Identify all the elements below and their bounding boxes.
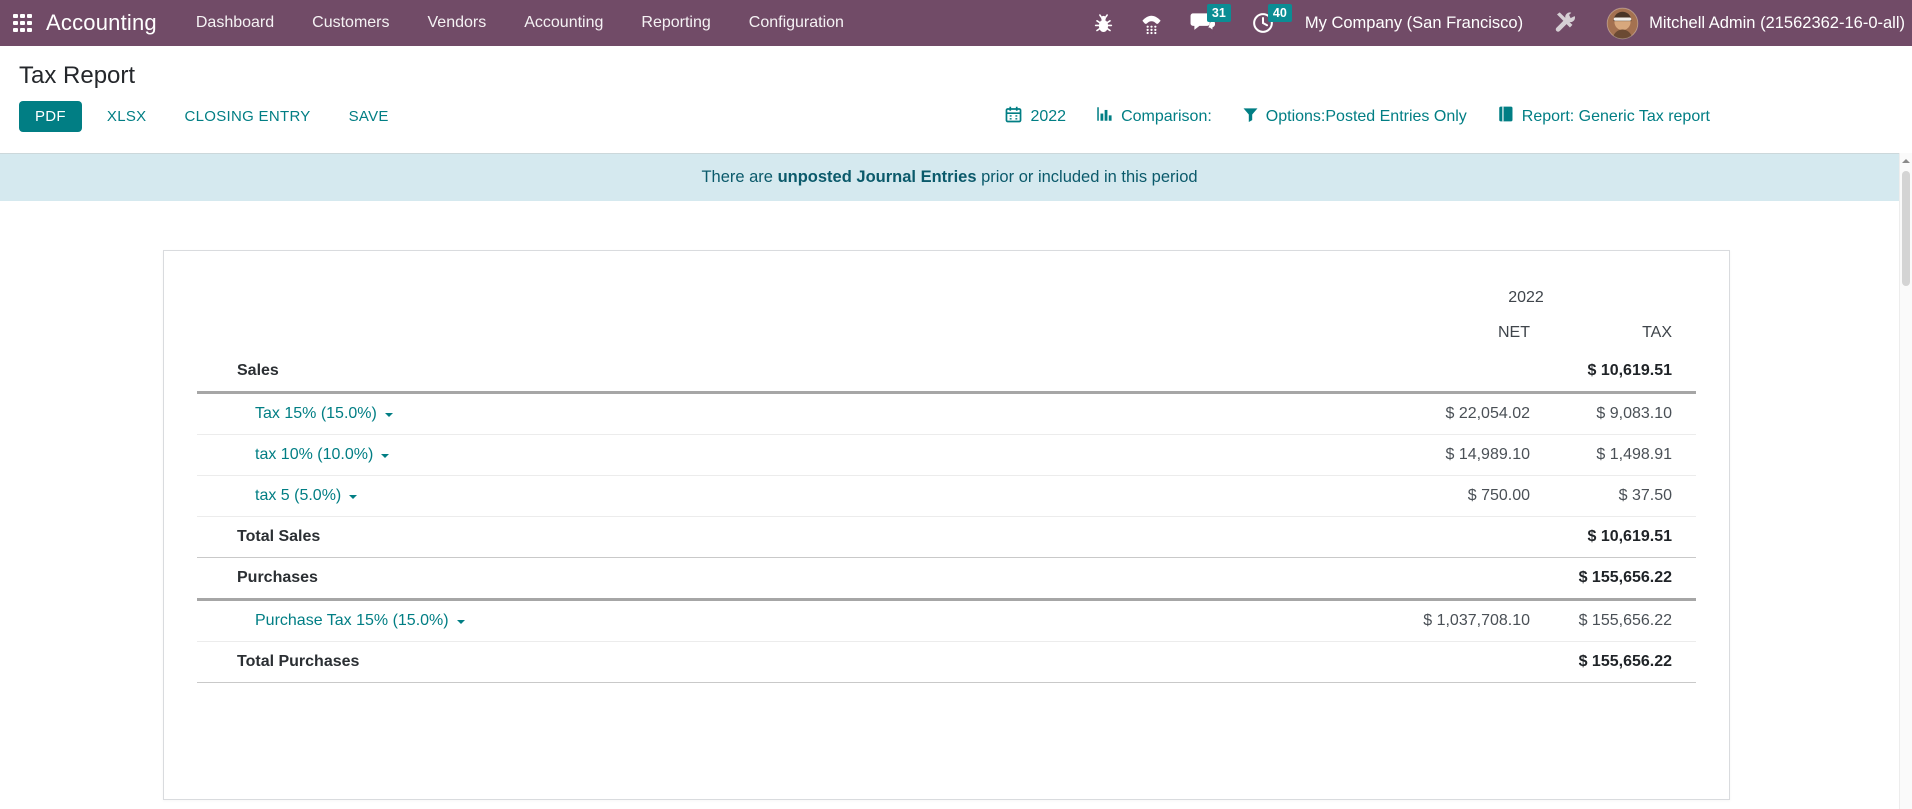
report-filters: 2022 Comparison: [1004, 105, 1710, 129]
tax-report-card: 2022 NET TAX Sales$ 10,619.51Tax 15% (15… [163, 250, 1730, 800]
nav-menu: DashboardCustomersVendorsAccountingRepor… [177, 0, 863, 46]
voip-phone-icon[interactable] [1139, 11, 1164, 36]
top-navbar: Accounting DashboardCustomersVendorsAcco… [0, 0, 1912, 46]
caret-down-icon [349, 495, 357, 503]
table-row: tax 10% (10.0%)$ 14,989.10$ 1,498.91 [197, 435, 1696, 476]
column-header-tax: TAX [1531, 315, 1696, 351]
nav-item-reporting[interactable]: Reporting [622, 0, 729, 46]
row-label: Purchases [197, 558, 1356, 600]
nav-item-accounting[interactable]: Accounting [505, 0, 622, 46]
row-label: Total Sales [197, 517, 1356, 558]
net-value [1356, 517, 1531, 558]
tax-line-label[interactable]: tax 10% (10.0%) [197, 435, 1356, 476]
tax-value: $ 155,656.22 [1531, 558, 1696, 600]
pdf-button[interactable]: PDF [19, 101, 82, 132]
control-panel: Tax Report PDF XLSX CLOSING ENTRY SAVE 2… [0, 46, 1912, 153]
table-row: Total Purchases $ 155,656.22 [197, 642, 1696, 683]
row-label: Total Purchases [197, 642, 1356, 683]
nav-item-dashboard[interactable]: Dashboard [177, 0, 293, 46]
activities-count-badge: 40 [1268, 4, 1292, 22]
tax-value: $ 155,656.22 [1531, 600, 1696, 642]
company-switcher[interactable]: My Company (San Francisco) [1305, 14, 1523, 33]
row-label: Sales [197, 351, 1356, 393]
tax-report-body: 2022 NET TAX Sales$ 10,619.51Tax 15% (15… [197, 281, 1696, 683]
net-value [1356, 558, 1531, 600]
net-value [1356, 642, 1531, 683]
net-value [1356, 351, 1531, 393]
tax-report-table: 2022 NET TAX Sales$ 10,619.51Tax 15% (15… [197, 281, 1696, 683]
nav-item-vendors[interactable]: Vendors [409, 0, 506, 46]
tax-line-label[interactable]: Tax 15% (15.0%) [197, 393, 1356, 435]
tax-value: $ 155,656.22 [1531, 642, 1696, 683]
report-buttons: PDF XLSX CLOSING ENTRY SAVE [19, 101, 402, 132]
nav-item-customers[interactable]: Customers [293, 0, 408, 46]
activities-clock-icon[interactable]: 40 [1251, 11, 1275, 35]
net-value: $ 14,989.10 [1356, 435, 1531, 476]
page-title: Tax Report [19, 62, 1912, 90]
app-name[interactable]: Accounting [46, 10, 157, 36]
apps-menu-icon[interactable] [13, 14, 32, 33]
comparison-filter[interactable]: Comparison: [1096, 105, 1212, 128]
messages-chat-icon[interactable]: 31 [1190, 11, 1217, 35]
user-menu[interactable]: Mitchell Admin (21562362-16-0-all) [1649, 14, 1905, 33]
scrollbar-thumb[interactable] [1902, 171, 1910, 286]
options-filter[interactable]: Options:Posted Entries Only [1242, 106, 1467, 128]
tax-value: $ 9,083.10 [1531, 393, 1696, 435]
save-button[interactable]: SAVE [336, 101, 402, 132]
funnel-icon [1242, 106, 1259, 128]
xlsx-button[interactable]: XLSX [94, 101, 160, 132]
avatar[interactable] [1606, 7, 1639, 40]
navbar-right: 31 40 My Company (San Francisco) [1092, 7, 1912, 40]
report-type-filter[interactable]: Report: Generic Tax report [1497, 105, 1710, 128]
table-row: Total Sales $ 10,619.51 [197, 517, 1696, 558]
caret-down-icon [381, 454, 389, 462]
unposted-entries-banner: There are unposted Journal Entries prior… [0, 153, 1899, 201]
messages-count-badge: 31 [1207, 4, 1231, 22]
tax-line-label[interactable]: Purchase Tax 15% (15.0%) [197, 600, 1356, 642]
bar-chart-icon [1096, 105, 1114, 128]
table-row: Purchases $ 155,656.22 [197, 558, 1696, 600]
caret-down-icon [457, 620, 465, 628]
column-header-net: NET [1356, 315, 1531, 351]
tax-value: $ 10,619.51 [1531, 517, 1696, 558]
calendar-icon [1004, 105, 1023, 129]
vertical-scrollbar[interactable] [1899, 153, 1912, 809]
banner-text-prefix: There are [701, 168, 777, 186]
tax-value: $ 37.50 [1531, 476, 1696, 517]
net-value: $ 1,037,708.10 [1356, 600, 1531, 642]
tax-line-label[interactable]: tax 5 (5.0%) [197, 476, 1356, 517]
date-filter[interactable]: 2022 [1004, 105, 1066, 129]
scroll-up-arrow-icon[interactable] [1900, 153, 1912, 169]
tax-value: $ 1,498.91 [1531, 435, 1696, 476]
debug-bug-icon[interactable] [1092, 12, 1115, 35]
nav-item-configuration[interactable]: Configuration [730, 0, 863, 46]
table-row: Purchase Tax 15% (15.0%)$ 1,037,708.10$ … [197, 600, 1696, 642]
net-value: $ 750.00 [1356, 476, 1531, 517]
table-row: tax 5 (5.0%)$ 750.00$ 37.50 [197, 476, 1696, 517]
closing-entry-button[interactable]: CLOSING ENTRY [171, 101, 323, 132]
banner-text-bold: unposted Journal Entries [778, 168, 977, 186]
book-icon [1497, 105, 1515, 128]
year-header: 2022 [1356, 281, 1696, 315]
net-value: $ 22,054.02 [1356, 393, 1531, 435]
caret-down-icon [385, 413, 393, 421]
banner-text-suffix: prior or included in this period [977, 168, 1198, 186]
support-tools-icon[interactable] [1551, 10, 1580, 37]
table-row: Sales $ 10,619.51 [197, 351, 1696, 393]
tax-value: $ 10,619.51 [1531, 351, 1696, 393]
table-row: Tax 15% (15.0%)$ 22,054.02$ 9,083.10 [197, 393, 1696, 435]
